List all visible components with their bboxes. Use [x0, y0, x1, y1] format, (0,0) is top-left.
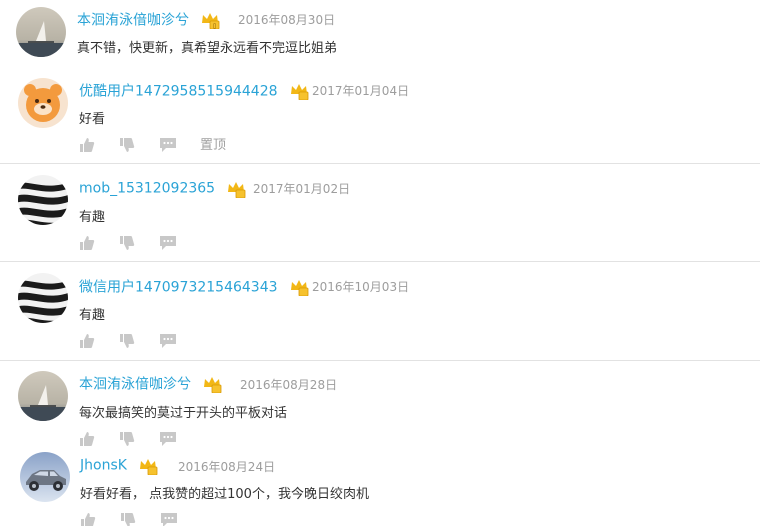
- comment-item: JhonsK 2016年08月24日 好看好看， 点我赞的超过100个，我今晚日…: [0, 449, 760, 526]
- like-button[interactable]: [79, 235, 95, 253]
- comment-text: 每次最搞笑的莫过于开头的平板对话: [79, 406, 288, 421]
- comment-timestamp: 2017年01月02日: [253, 182, 351, 196]
- thumbs-down-icon: [121, 513, 136, 526]
- speech-bubble-icon: [160, 432, 176, 446]
- vip-crown-badge-icon: [289, 278, 309, 296]
- dislike-button[interactable]: [119, 431, 135, 449]
- comment-timestamp: 2016年08月30日: [238, 13, 336, 27]
- thumbs-up-icon: [80, 236, 95, 250]
- comment-text: 有趣: [79, 308, 106, 323]
- dislike-button[interactable]: [119, 333, 135, 351]
- seaside-photo-avatar[interactable]: [18, 371, 68, 421]
- comment-text: 真不错，快更新，真希望永远看不完逗比姐弟: [77, 41, 338, 56]
- reply-button[interactable]: [159, 235, 177, 253]
- orange-bear-avatar[interactable]: [18, 78, 68, 128]
- comment-timestamp: 2016年08月24日: [178, 460, 276, 474]
- thumbs-down-icon: [120, 432, 135, 446]
- speech-bubble-icon: [160, 334, 176, 348]
- svg-text:▯: ▯: [213, 22, 216, 29]
- reply-button[interactable]: [159, 333, 177, 351]
- comment-timestamp: 2016年08月28日: [240, 378, 338, 392]
- comment-item: 本洄洧泳偣咖沴兮 ▯ 2016年08月30日 真不错，快更新，真希望永远看不完逗…: [0, 0, 760, 66]
- thumbs-down-icon: [120, 138, 135, 152]
- zebra-stripes-avatar[interactable]: [18, 175, 68, 225]
- thumbs-up-icon: [80, 138, 95, 152]
- comment-text: 好看: [79, 112, 106, 127]
- username-link[interactable]: JhonsK: [80, 458, 127, 474]
- username-link[interactable]: mob_15312092365: [79, 181, 215, 197]
- vip-crown-badge-icon: ▯: [200, 11, 220, 29]
- comment-list: 本洄洧泳偣咖沴兮 ▯ 2016年08月30日 真不错，快更新，真希望永远看不完逗…: [0, 0, 760, 526]
- speech-bubble-icon: [160, 236, 176, 250]
- vip-crown-badge-icon: [289, 82, 309, 100]
- like-button[interactable]: [79, 333, 95, 351]
- comment-item: 微信用户1470973215464343 2016年10月03日 有趣: [0, 262, 760, 361]
- vip-crown-badge-icon: [226, 180, 246, 198]
- thumbs-down-icon: [120, 334, 135, 348]
- seaside-photo-avatar[interactable]: [16, 7, 66, 57]
- thumbs-up-icon: [80, 334, 95, 348]
- comment-text: 有趣: [79, 210, 106, 225]
- pin-button[interactable]: 置顶: [200, 137, 226, 155]
- like-button[interactable]: [79, 137, 95, 155]
- comment-item: mob_15312092365 2017年01月02日 有趣: [0, 164, 760, 262]
- vintage-car-avatar[interactable]: [20, 452, 70, 502]
- thumbs-down-icon: [120, 236, 135, 250]
- comment-item: 优酷用户1472958515944428 2017年01月04日 好看 置顶: [0, 66, 760, 164]
- username-link[interactable]: 优酷用户1472958515944428: [79, 84, 278, 100]
- dislike-button[interactable]: [119, 235, 135, 253]
- username-link[interactable]: 本洄洧泳偣咖沴兮: [79, 377, 191, 393]
- thumbs-up-icon: [81, 513, 96, 526]
- like-button[interactable]: [80, 512, 96, 526]
- comment-timestamp: 2016年10月03日: [312, 280, 410, 294]
- reply-button[interactable]: [159, 431, 177, 449]
- username-link[interactable]: 本洄洧泳偣咖沴兮: [77, 13, 189, 29]
- comment-item: 本洄洧泳偣咖沴兮 2016年08月28日 每次最搞笑的莫过于开头的平板对话: [0, 361, 760, 449]
- thumbs-up-icon: [80, 432, 95, 446]
- vip-crown-badge-icon: [202, 375, 222, 393]
- comment-timestamp: 2017年01月04日: [312, 84, 410, 98]
- dislike-button[interactable]: [119, 137, 135, 155]
- dislike-button[interactable]: [120, 512, 136, 526]
- reply-button[interactable]: [160, 512, 178, 526]
- vip-crown-badge-icon: [138, 457, 158, 475]
- username-link[interactable]: 微信用户1470973215464343: [79, 280, 278, 296]
- like-button[interactable]: [79, 431, 95, 449]
- speech-bubble-icon: [160, 138, 176, 152]
- zebra-stripes-avatar[interactable]: [18, 273, 68, 323]
- speech-bubble-icon: [161, 513, 177, 526]
- comment-text: 好看好看， 点我赞的超过100个，我今晚日绞肉机: [80, 487, 369, 502]
- reply-button[interactable]: [159, 137, 177, 155]
